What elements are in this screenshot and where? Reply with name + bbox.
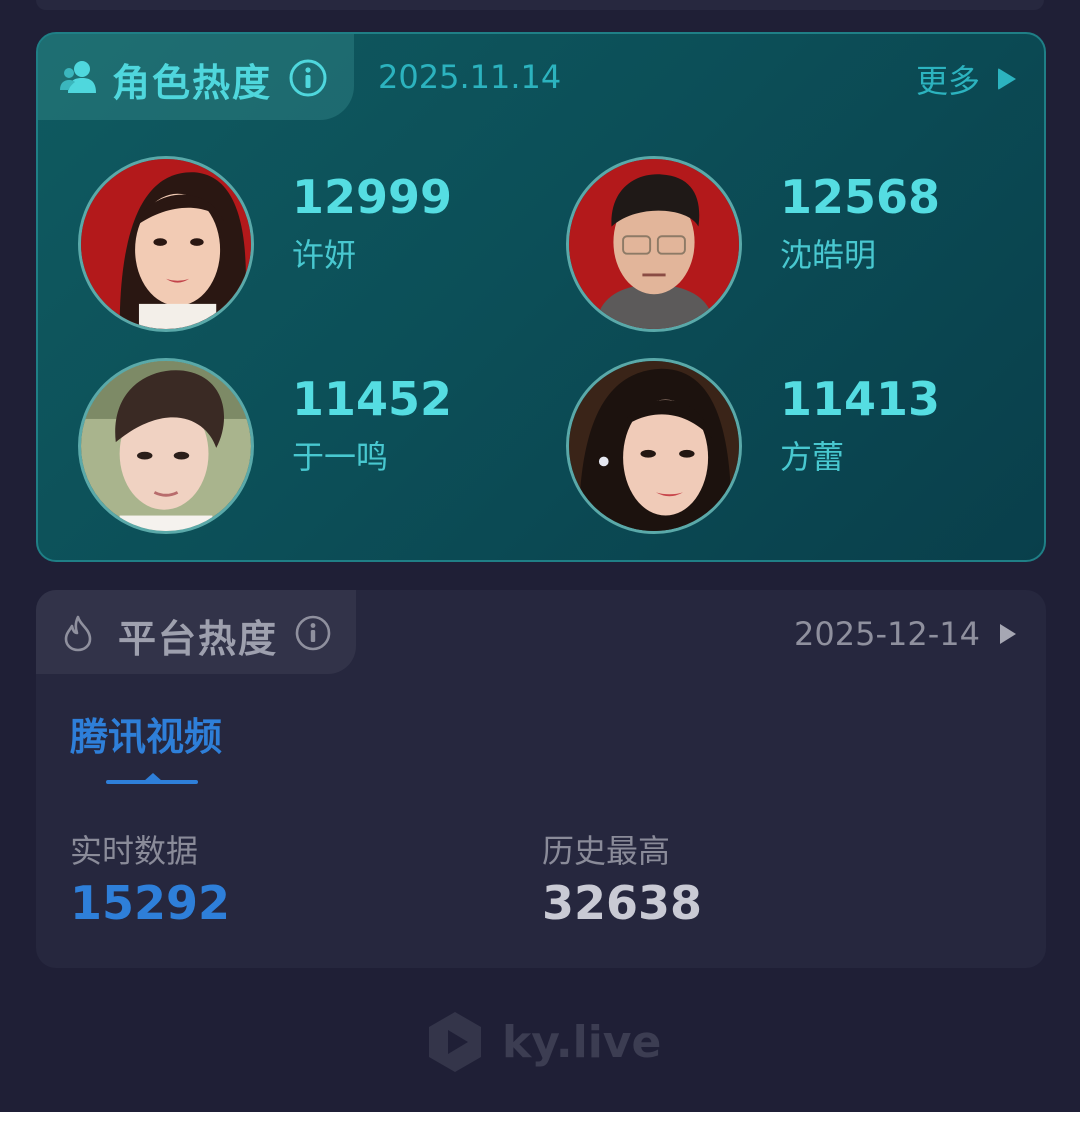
play-arrow-icon: [1000, 624, 1016, 644]
platform-date: 2025-12-14: [794, 615, 980, 653]
character-score: 12568: [780, 170, 941, 224]
watermark: ky.live: [426, 1010, 661, 1074]
character-score: 12999: [292, 170, 453, 224]
tab-indicator-notch: [144, 773, 162, 781]
character-card[interactable]: 12999 许妍: [78, 156, 518, 336]
role-heat-date: 2025.11.14: [378, 58, 562, 96]
character-score: 11452: [292, 372, 453, 426]
tab-tencent-video[interactable]: 腾讯视频: [70, 706, 222, 761]
platform-date-button[interactable]: 2025-12-14: [794, 614, 1016, 654]
character-name: 许妍: [292, 236, 357, 274]
flame-icon: [64, 615, 92, 652]
previous-card-edge: [36, 0, 1044, 10]
avatar: [566, 156, 742, 332]
character-score: 11413: [780, 372, 941, 426]
more-label: 更多: [915, 62, 980, 100]
realtime-label: 实时数据: [70, 832, 199, 870]
character-card[interactable]: 11452 于一鸣: [78, 358, 518, 538]
history-high-label: 历史最高: [542, 832, 671, 870]
realtime-value: 15292: [70, 876, 231, 930]
platform-heat-title: 平台热度: [118, 617, 279, 661]
platform-heat-tab: 平台热度: [36, 590, 356, 674]
role-heat-tab: 角色热度: [38, 34, 354, 120]
avatar: [78, 156, 254, 332]
role-heat-title: 角色热度: [112, 61, 273, 105]
platform-heat-card: 平台热度 2025-12-14 腾讯视频 实时数据 15292 历史最高 326…: [36, 590, 1046, 968]
character-name: 沈皓明: [780, 236, 877, 274]
avatar: [566, 358, 742, 534]
character-card[interactable]: 12568 沈皓明: [566, 156, 1006, 336]
role-heat-card: 角色热度 2025.11.14 更多 12999 许妍 12568 沈皓明 11…: [36, 32, 1046, 562]
bottom-edge: [0, 1112, 1080, 1130]
avatar: [78, 358, 254, 534]
character-name: 方蕾: [780, 438, 845, 476]
character-name: 于一鸣: [292, 438, 389, 476]
user-group-icon: [60, 61, 96, 93]
play-arrow-icon: [998, 68, 1016, 90]
more-button[interactable]: 更多: [916, 58, 1016, 100]
info-icon[interactable]: [294, 614, 332, 652]
ky-live-logo-icon: [429, 1012, 481, 1072]
character-card[interactable]: 11413 方蕾: [566, 358, 1006, 538]
history-high-value: 32638: [542, 876, 703, 930]
info-icon[interactable]: [288, 58, 328, 98]
watermark-text: ky.live: [502, 1016, 662, 1068]
